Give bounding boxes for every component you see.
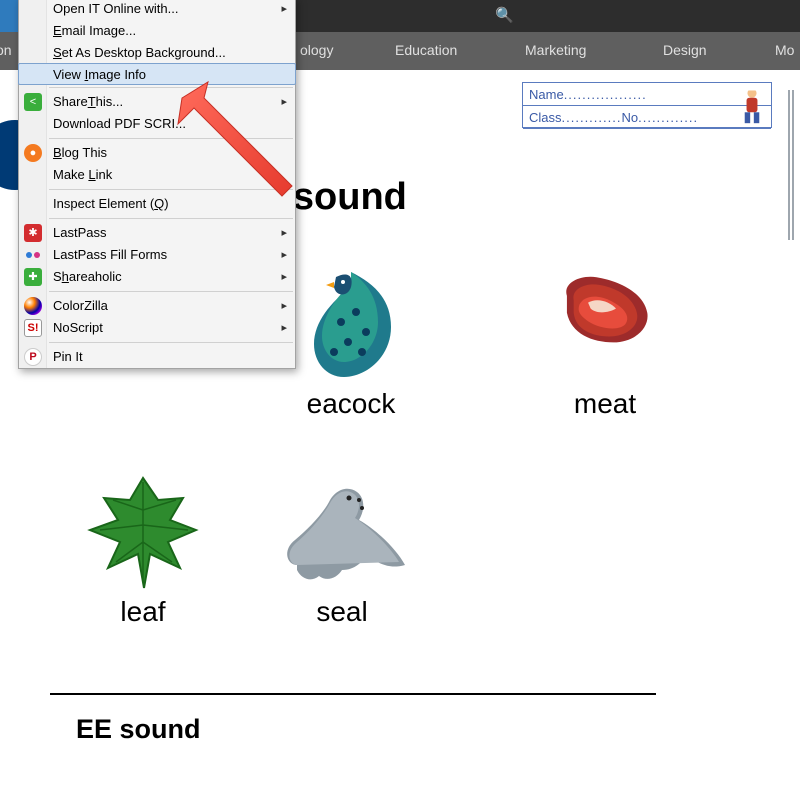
context-menu-item[interactable]: ShareThis...< — [19, 91, 295, 113]
seal-caption: seal — [252, 596, 432, 628]
class-dots: ............. — [562, 110, 622, 125]
context-menu-separator — [49, 291, 293, 292]
name-label: Name — [529, 87, 564, 102]
lastpass-icon: ✱ — [24, 224, 42, 242]
scrollbar-indicator[interactable] — [788, 90, 794, 240]
peacock-image — [296, 262, 406, 382]
no-label: No — [621, 110, 638, 125]
shareaholic-icon: ✚ — [24, 268, 42, 286]
seal-image — [267, 470, 417, 590]
context-menu-separator — [49, 87, 293, 88]
leaf-image — [78, 470, 208, 590]
context-menu-separator — [49, 138, 293, 139]
context-menu-item[interactable]: ColorZilla — [19, 295, 295, 317]
logo-sliver — [0, 0, 20, 32]
nav-item-education[interactable]: Education — [395, 42, 457, 58]
student-clipart-icon — [737, 85, 767, 125]
student-info-box: Name .................. Class ..........… — [522, 82, 772, 128]
context-menu-item[interactable]: Email Image... — [19, 20, 295, 42]
worksheet-item-meat: meat — [530, 262, 680, 420]
context-menu-separator — [49, 218, 293, 219]
context-menu-item[interactable]: Inspect Element (Q) — [19, 193, 295, 215]
nav-item-ology[interactable]: ology — [300, 42, 333, 58]
context-menu-item[interactable]: Shareaholic✚ — [19, 266, 295, 288]
meat-caption: meat — [530, 388, 680, 420]
nav-item-marketing[interactable]: Marketing — [525, 42, 586, 58]
worksheet-item-seal: seal — [252, 470, 432, 628]
context-menu-item[interactable]: Open IT Online with... — [19, 0, 295, 20]
peacock-caption: eacock — [276, 388, 426, 420]
context-menu-separator — [49, 189, 293, 190]
worksheet-item-leaf: leaf — [58, 470, 228, 628]
search-icon[interactable]: 🔍 — [495, 6, 514, 24]
share-icon: < — [24, 93, 42, 111]
lastpass-fill-icon — [24, 246, 42, 264]
divider-line — [50, 693, 656, 695]
blog-icon: ● — [24, 144, 42, 162]
meat-image — [550, 262, 660, 382]
nav-item-partial-left[interactable]: on — [0, 42, 12, 58]
nav-item-design[interactable]: Design — [663, 42, 707, 58]
subheading-ee-sound: EE sound — [76, 714, 201, 745]
leaf-caption: leaf — [58, 596, 228, 628]
context-menu-item[interactable]: LastPass✱ — [19, 222, 295, 244]
context-menu-separator — [49, 342, 293, 343]
pinterest-icon: P — [24, 348, 42, 366]
context-menu[interactable]: Open IT Online with...Email Image...Set … — [18, 0, 296, 369]
no-dots: ............. — [638, 110, 698, 125]
context-menu-item[interactable]: Download PDF SCRI... — [19, 113, 295, 135]
nav-item-partial-right[interactable]: Mo — [775, 42, 794, 58]
context-menu-item[interactable]: Make Link — [19, 164, 295, 186]
name-dots: .................. — [564, 87, 647, 102]
context-menu-item[interactable]: Blog This● — [19, 142, 295, 164]
noscript-icon: S! — [24, 319, 42, 337]
context-menu-item[interactable]: Pin ItP — [19, 346, 295, 368]
worksheet-item-peacock: eacock — [276, 262, 426, 420]
colorzilla-icon — [24, 297, 42, 315]
context-menu-item[interactable]: NoScriptS! — [19, 317, 295, 339]
class-label: Class — [529, 110, 562, 125]
context-menu-item[interactable]: Set As Desktop Background... — [19, 42, 295, 64]
context-menu-item[interactable]: LastPass Fill Forms — [19, 244, 295, 266]
context-menu-item[interactable]: View Image Info — [18, 63, 296, 85]
